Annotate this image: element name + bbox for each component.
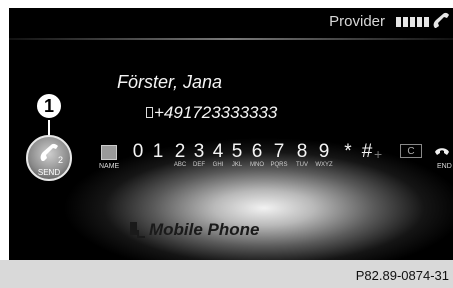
key-5[interactable]: 5 JKL bbox=[228, 141, 246, 168]
key-6[interactable]: 6 MNO bbox=[248, 141, 266, 168]
key-star[interactable]: * bbox=[339, 141, 357, 162]
key-digit: 4 bbox=[212, 141, 224, 162]
key-digit: # bbox=[361, 141, 373, 162]
key-digit: 5 bbox=[231, 141, 243, 162]
key-letters: MNO bbox=[250, 162, 264, 168]
signal-strength-icon bbox=[396, 17, 429, 27]
divider bbox=[9, 38, 453, 40]
mobile-phone-arrow bbox=[137, 230, 145, 238]
key-letters: GHI bbox=[212, 162, 224, 168]
key-letters: ABC bbox=[173, 162, 187, 168]
key-0[interactable]: 0 bbox=[129, 141, 147, 162]
key-letters: TUV bbox=[296, 162, 308, 168]
key-digit: 8 bbox=[296, 141, 308, 162]
key-plus[interactable]: + bbox=[374, 146, 382, 162]
key-digit: 0 bbox=[132, 141, 144, 162]
key-digit: 9 bbox=[318, 141, 330, 162]
key-letters: PQRS bbox=[270, 162, 288, 168]
key-digit: 2 bbox=[174, 141, 186, 162]
key-digit: 3 bbox=[193, 141, 205, 162]
key-1[interactable]: 1 bbox=[149, 141, 167, 162]
key-digit: 6 bbox=[251, 141, 263, 162]
key-digit: 7 bbox=[273, 141, 285, 162]
mobile-phone-icon bbox=[130, 222, 137, 235]
key-letters: WXYZ bbox=[315, 162, 333, 168]
key-2[interactable]: 2 ABC bbox=[171, 141, 189, 168]
keypad: 0 1 2 ABC 3 DEF 4 GHI 5 JKL 6 MNO 7 PQRS 8 TUV … bbox=[9, 141, 453, 181]
device-label: Mobile Phone bbox=[149, 220, 260, 239]
phone-number: +491723333333 bbox=[154, 103, 278, 122]
figure-reference: P82.89-0874-31 bbox=[355, 268, 449, 283]
status-bar: Provider bbox=[9, 8, 453, 34]
key-letters: DEF bbox=[193, 162, 205, 168]
contact-name: Förster, Jana bbox=[117, 72, 223, 92]
key-7[interactable]: 7 PQRS bbox=[270, 141, 288, 168]
end-label: END bbox=[437, 163, 452, 170]
key-digit: * bbox=[344, 141, 352, 162]
provider-label: Provider bbox=[329, 13, 385, 30]
clear-key[interactable]: C bbox=[400, 144, 422, 158]
key-9[interactable]: 9 WXYZ bbox=[315, 141, 333, 168]
callout-marker: 1 bbox=[35, 92, 63, 120]
key-digit: 1 bbox=[152, 141, 164, 162]
mobile-icon bbox=[146, 107, 153, 118]
key-3[interactable]: 3 DEF bbox=[190, 141, 208, 168]
key-4[interactable]: 4 GHI bbox=[209, 141, 227, 168]
handset-icon bbox=[433, 12, 449, 28]
phone-screen: Provider Förster, Jana +491723333333 1 2… bbox=[9, 8, 453, 260]
key-letters: JKL bbox=[231, 162, 243, 168]
end-call-icon[interactable] bbox=[434, 144, 450, 158]
key-8[interactable]: 8 TUV bbox=[293, 141, 311, 168]
callout-line bbox=[48, 120, 50, 136]
